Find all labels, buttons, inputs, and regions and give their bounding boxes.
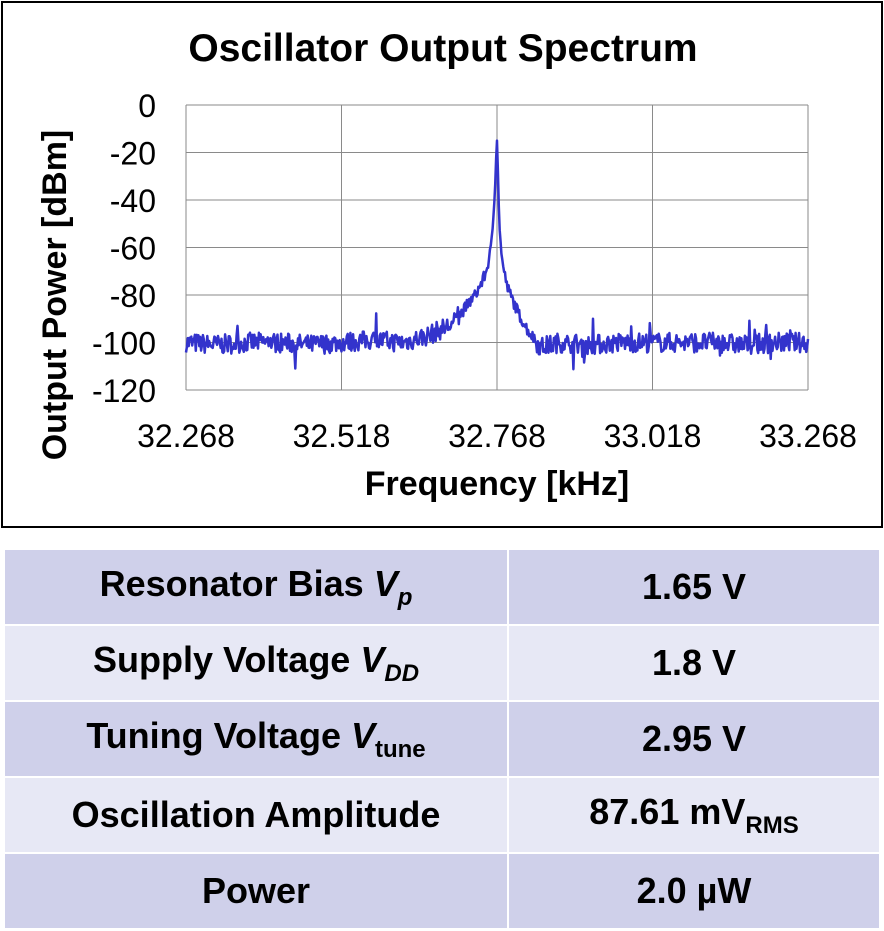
parameter-value: 1.8 V bbox=[651, 642, 737, 683]
y-tick-label: -40 bbox=[110, 183, 156, 219]
parameter-value-cell: 2.0 µW bbox=[507, 852, 881, 930]
x-tick-label: 33.018 bbox=[604, 418, 702, 454]
y-tick-label: -120 bbox=[92, 373, 156, 409]
x-tick-label: 32.768 bbox=[448, 418, 546, 454]
spectrum-chart: Oscillator Output Spectrum 0 -20 -40 -60 -80… bbox=[36, 27, 857, 503]
parameter-value: 87.61 mV bbox=[589, 790, 746, 832]
parameter-value-cell: 1.65 V bbox=[507, 548, 881, 626]
y-tick-label: -20 bbox=[110, 136, 156, 172]
parameter-value-cell: 2.95 V bbox=[507, 700, 881, 778]
parameter-name-cell: Tuning Voltage Vtune bbox=[3, 700, 509, 778]
parameter-row: Oscillation Amplitude 87.61 mVRMS bbox=[3, 776, 881, 854]
chart-title: Oscillator Output Spectrum bbox=[188, 27, 697, 70]
parameter-label: Resonator Bias bbox=[99, 562, 374, 604]
parameter-row: Power 2.0 µW bbox=[3, 852, 881, 930]
chart-panel: Oscillator Output Spectrum 0 -20 -40 -60 -80… bbox=[1, 1, 883, 528]
parameter-name-cell: Power bbox=[3, 852, 509, 930]
parameter-row: Supply Voltage VDD 1.8 V bbox=[3, 624, 881, 702]
parameter-label: Power bbox=[201, 870, 311, 911]
y-tick-label: -80 bbox=[110, 278, 156, 314]
parameter-row: Tuning Voltage Vtune 2.95 V bbox=[3, 700, 881, 778]
x-axis-label: Frequency [kHz] bbox=[365, 465, 630, 503]
parameter-name-cell: Resonator Bias Vp bbox=[3, 548, 509, 626]
parameter-symbol: V bbox=[350, 714, 375, 756]
parameter-label: Tuning Voltage bbox=[86, 714, 351, 756]
parameter-symbol-subscript: DD bbox=[384, 659, 420, 687]
parameter-row: Resonator Bias Vp 1.65 V bbox=[3, 548, 881, 626]
y-tick-label: 0 bbox=[138, 88, 156, 124]
y-axis-label: Output Power [dBm] bbox=[36, 130, 74, 461]
y-tick-label: -60 bbox=[110, 231, 156, 267]
parameter-value: 2.0 µW bbox=[636, 870, 752, 911]
parameter-symbol: V bbox=[373, 562, 398, 604]
parameter-value: 1.65 V bbox=[641, 566, 747, 607]
x-tick-label: 32.268 bbox=[137, 418, 235, 454]
parameter-label: Oscillation Amplitude bbox=[71, 794, 441, 835]
parameter-symbol: V bbox=[360, 638, 385, 680]
parameter-value-subscript: RMS bbox=[745, 811, 799, 839]
parameter-value: 2.95 V bbox=[641, 718, 747, 759]
x-tick-label: 32.518 bbox=[293, 418, 391, 454]
parameter-label: Supply Voltage bbox=[92, 638, 361, 680]
parameter-value-cell: 87.61 mVRMS bbox=[507, 776, 881, 854]
parameter-symbol-subscript: tune bbox=[374, 735, 426, 763]
parameter-name-cell: Oscillation Amplitude bbox=[3, 776, 509, 854]
x-tick-labels: 32.268 32.518 32.768 33.018 33.268 bbox=[137, 418, 857, 454]
y-tick-labels: 0 -20 -40 -60 -80 -100 -120 bbox=[92, 88, 156, 409]
x-tick-label: 33.268 bbox=[759, 418, 857, 454]
parameter-value-cell: 1.8 V bbox=[507, 624, 881, 702]
y-tick-label: -100 bbox=[92, 326, 156, 362]
parameter-symbol-subscript: p bbox=[397, 583, 413, 611]
parameters-table: Resonator Bias Vp 1.65 V Supply Voltage VD… bbox=[3, 548, 881, 930]
parameter-name-cell: Supply Voltage VDD bbox=[3, 624, 509, 702]
